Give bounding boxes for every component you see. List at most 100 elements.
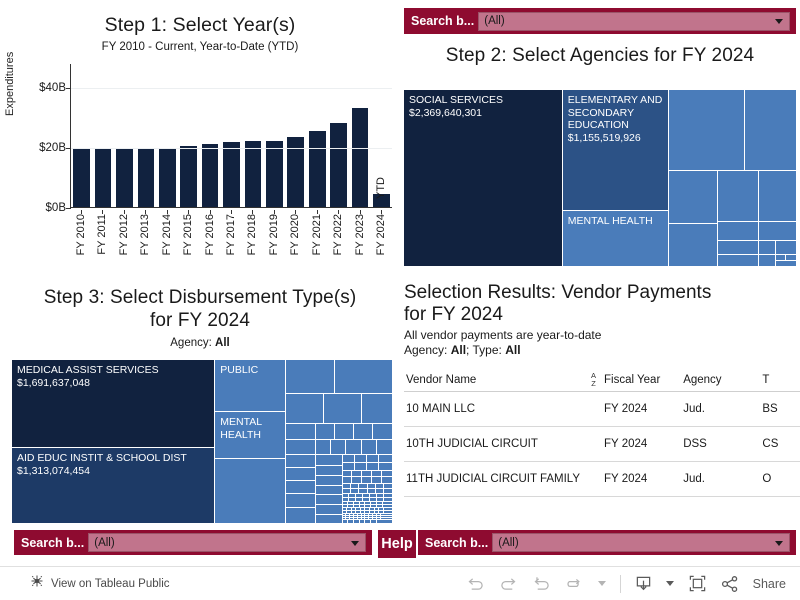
expenditures-bar-chart[interactable]: Expenditures $0B $20B $40B YTD FY 2010 FY 2… [0, 52, 400, 269]
agency-tile[interactable] [757, 220, 796, 243]
type-tile[interactable] [330, 438, 348, 456]
type-tile[interactable] [345, 438, 363, 456]
type-tile[interactable] [334, 422, 355, 441]
column-header-fiscal-year[interactable]: Fiscal Year [602, 372, 682, 392]
column-header-agency[interactable]: Agency [681, 372, 761, 392]
agency-tile[interactable] [716, 169, 760, 223]
type-tile[interactable] [381, 469, 392, 479]
type-tile[interactable] [315, 484, 344, 497]
bar-rect[interactable] [201, 144, 219, 208]
type-tile[interactable] [314, 438, 333, 456]
agency-tile[interactable] [757, 169, 796, 223]
chevron-down-icon[interactable] [775, 19, 783, 24]
bar-fy-2024[interactable]: YTD [371, 64, 392, 208]
bar-rect[interactable] [180, 145, 198, 208]
bar-rect[interactable] [308, 131, 326, 208]
bar-rect[interactable] [330, 123, 347, 208]
type-tile[interactable] [315, 453, 344, 467]
agency-tile[interactable] [757, 254, 778, 266]
type-tile[interactable] [341, 453, 356, 464]
redo-icon[interactable] [499, 575, 518, 592]
chevron-down-icon[interactable] [351, 540, 359, 546]
agency-tile[interactable] [775, 259, 796, 266]
type-tile[interactable] [378, 453, 392, 464]
disbursement-type-treemap[interactable]: MEDICAL ASSIST SERVICES $1,691,637,048 AID… [12, 360, 392, 523]
type-tile[interactable] [284, 453, 317, 469]
help-button[interactable]: Help [378, 530, 416, 558]
undo-icon[interactable] [466, 575, 485, 592]
type-tile[interactable] [375, 519, 392, 523]
bar-fy-2019[interactable] [264, 64, 285, 208]
type-tile[interactable] [372, 422, 392, 441]
type-tile[interactable] [334, 360, 392, 396]
agency-mental-health[interactable]: MENTAL HEALTH [561, 210, 670, 266]
view-on-tableau-public-link[interactable]: View on Tableau Public [0, 574, 170, 593]
bar-fy-2020[interactable] [285, 64, 306, 208]
type-tile[interactable] [351, 469, 364, 479]
bar-fy-2023[interactable] [349, 64, 370, 208]
type-tile[interactable] [315, 494, 344, 507]
type-tile[interactable] [378, 461, 392, 472]
type-tile[interactable] [315, 464, 344, 477]
type-tile[interactable] [360, 393, 392, 425]
bar-fy-2022[interactable] [328, 64, 349, 208]
type-tile[interactable] [365, 461, 381, 472]
bar-series[interactable]: YTD [71, 64, 392, 208]
bar-rect[interactable] [351, 107, 369, 208]
download-icon[interactable] [635, 575, 652, 593]
type-tile[interactable] [284, 360, 336, 396]
vendor-search-bar-bottom-right[interactable]: Search b... (All) [418, 530, 796, 555]
bar-rect[interactable] [116, 147, 133, 208]
search-input-top[interactable]: (All) [478, 11, 790, 31]
agency-tile[interactable] [775, 240, 796, 257]
agency-tile[interactable] [757, 240, 778, 257]
agency-tile[interactable] [667, 90, 747, 172]
agency-tile[interactable] [667, 169, 719, 225]
bar-rect[interactable] [94, 148, 112, 208]
bar-fy-2018[interactable] [242, 64, 263, 208]
table-row[interactable]: 11TH JUDICIAL CIRCUIT FAMILY FY 2024 Jud. O [404, 461, 800, 497]
bar-rect[interactable] [266, 141, 283, 208]
agency-tile[interactable] [716, 254, 760, 266]
bar-fy-2014[interactable] [157, 64, 178, 208]
refresh-icon[interactable] [565, 577, 584, 591]
type-tile[interactable] [322, 393, 363, 425]
table-body[interactable]: 10 MAIN LLC FY 2024 Jud. BS 10TH JUDICIAL CI… [404, 391, 800, 497]
agency-tile[interactable] [716, 220, 760, 243]
vendor-payments-table[interactable]: Vendor Name AZ Fiscal Year Agency T 10 M… [404, 372, 800, 497]
type-tile[interactable] [284, 466, 317, 482]
share-label[interactable]: Share [753, 577, 786, 591]
type-tile[interactable] [361, 469, 374, 479]
type-tile[interactable] [365, 453, 381, 464]
table-row[interactable]: 10TH JUDICIAL CIRCUIT FY 2024 DSS CS [404, 426, 800, 462]
revert-icon[interactable] [532, 575, 551, 592]
bar-rect[interactable] [244, 140, 262, 208]
agency-tile[interactable] [744, 90, 796, 172]
agency-tile[interactable] [716, 240, 760, 257]
bar-rect[interactable] [73, 148, 91, 208]
share-icon[interactable] [721, 575, 739, 593]
a-z-sort-icon[interactable]: AZ [591, 372, 596, 387]
type-tile[interactable] [360, 438, 378, 456]
agency-search-bar-top[interactable]: Search b... (All) [404, 8, 796, 34]
type-tile[interactable] [284, 479, 317, 495]
type-tile[interactable] [284, 438, 317, 456]
fullscreen-icon[interactable] [688, 574, 707, 593]
type-tile[interactable] [341, 461, 356, 472]
type-tile[interactable] [315, 474, 344, 487]
table-row[interactable]: 10 MAIN LLC FY 2024 Jud. BS [404, 391, 800, 427]
agency-elementary-and-secondary-education[interactable]: ELEMENTARY AND SECONDARY EDUCATION $1,155… [561, 90, 670, 213]
bar-rect[interactable] [158, 147, 176, 208]
type-tile[interactable] [284, 507, 317, 523]
bar-fy-2016[interactable] [199, 64, 220, 208]
type-tile[interactable] [353, 461, 368, 472]
type-tile[interactable] [284, 393, 325, 425]
agencies-treemap[interactable]: SOCIAL SERVICES $2,369,640,301 ELEMENTARY … [404, 90, 796, 266]
type-tile[interactable] [353, 453, 368, 464]
bar-rect[interactable] [137, 148, 155, 208]
type-tile[interactable] [315, 504, 344, 516]
bar-fy-2013[interactable] [135, 64, 156, 208]
search-input-bottom-right[interactable]: (All) [492, 533, 790, 552]
chevron-down-icon[interactable] [775, 540, 783, 546]
bar-fy-2012[interactable] [114, 64, 135, 208]
